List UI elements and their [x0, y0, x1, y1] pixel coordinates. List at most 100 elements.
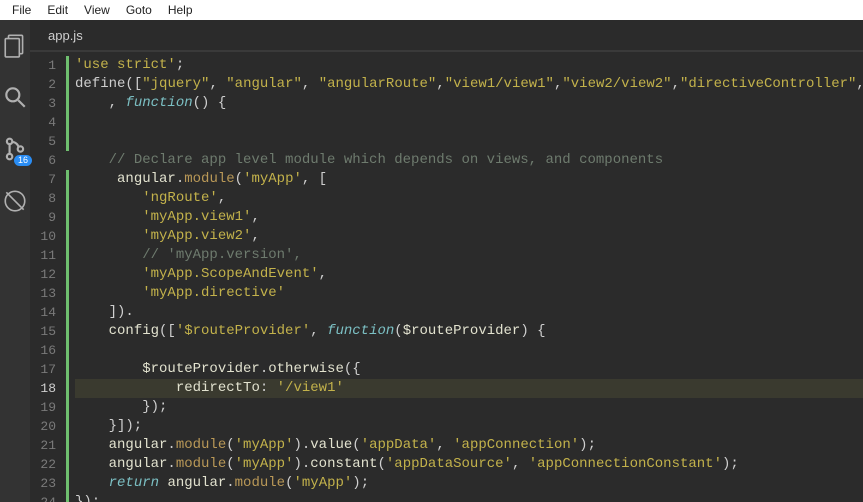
- gutter-row: 21: [30, 436, 75, 455]
- gutter-row: 13: [30, 284, 75, 303]
- activitybar: 16: [0, 20, 30, 502]
- code-area[interactable]: 123456789101112131415161718192021222324 …: [30, 52, 863, 502]
- gutter-row: 17: [30, 360, 75, 379]
- code-line[interactable]: [75, 341, 863, 360]
- change-bar: [66, 436, 69, 455]
- code-line[interactable]: $routeProvider.otherwise({: [75, 360, 863, 379]
- code-line[interactable]: // 'myApp.version',: [75, 246, 863, 265]
- change-bar: [66, 151, 69, 170]
- files-icon[interactable]: [0, 30, 30, 60]
- gutter-row: 24: [30, 493, 75, 502]
- gutter-row: 6: [30, 151, 75, 170]
- change-bar: [66, 189, 69, 208]
- code-line[interactable]: define(["jquery", "angular", "angularRou…: [75, 75, 863, 94]
- change-bar: [66, 265, 69, 284]
- line-number: 9: [30, 208, 60, 227]
- line-number: 5: [30, 132, 60, 151]
- change-bar: [66, 284, 69, 303]
- code-line[interactable]: ]).: [75, 303, 863, 322]
- line-number: 2: [30, 75, 60, 94]
- gutter-row: 23: [30, 474, 75, 493]
- code-line[interactable]: 'use strict';: [75, 56, 863, 75]
- change-bar: [66, 341, 69, 360]
- line-number: 10: [30, 227, 60, 246]
- gutter-row: 19: [30, 398, 75, 417]
- menu-goto[interactable]: Goto: [118, 1, 160, 19]
- line-number: 4: [30, 113, 60, 132]
- change-bar: [66, 246, 69, 265]
- menubar: FileEditViewGotoHelp: [0, 0, 863, 20]
- change-bar: [66, 94, 69, 113]
- menu-view[interactable]: View: [76, 1, 118, 19]
- code-line[interactable]: // Declare app level module which depend…: [75, 151, 863, 170]
- code-line[interactable]: 'myApp.view2',: [75, 227, 863, 246]
- line-number: 20: [30, 417, 60, 436]
- change-bar: [66, 379, 69, 398]
- line-number: 22: [30, 455, 60, 474]
- menu-file[interactable]: File: [4, 1, 39, 19]
- change-bar: [66, 360, 69, 379]
- change-bar: [66, 398, 69, 417]
- code-line[interactable]: }]);: [75, 417, 863, 436]
- gutter-row: 4: [30, 113, 75, 132]
- line-number: 8: [30, 189, 60, 208]
- gutter: 123456789101112131415161718192021222324: [30, 52, 75, 502]
- gutter-row: 8: [30, 189, 75, 208]
- code-line[interactable]: });: [75, 398, 863, 417]
- line-number: 19: [30, 398, 60, 417]
- code-line[interactable]: 'myApp.ScopeAndEvent',: [75, 265, 863, 284]
- code-line[interactable]: , function() {: [75, 94, 863, 113]
- line-number: 24: [30, 493, 60, 502]
- change-bar: [66, 455, 69, 474]
- code-line[interactable]: 'myApp.view1',: [75, 208, 863, 227]
- change-bar: [66, 170, 69, 189]
- code-line[interactable]: redirectTo: '/view1': [75, 379, 863, 398]
- line-number: 7: [30, 170, 60, 189]
- tab-appjs[interactable]: app.js: [38, 22, 93, 49]
- change-bar: [66, 303, 69, 322]
- gutter-row: 7: [30, 170, 75, 189]
- change-bar: [66, 75, 69, 94]
- gutter-row: 12: [30, 265, 75, 284]
- gutter-row: 10: [30, 227, 75, 246]
- gutter-row: 20: [30, 417, 75, 436]
- line-number: 21: [30, 436, 60, 455]
- line-number: 13: [30, 284, 60, 303]
- debug-icon[interactable]: [0, 186, 30, 216]
- change-bar: [66, 56, 69, 75]
- search-icon[interactable]: [0, 82, 30, 112]
- code-line[interactable]: [75, 113, 863, 132]
- gutter-row: 22: [30, 455, 75, 474]
- gutter-row: 15: [30, 322, 75, 341]
- code-line[interactable]: 'ngRoute',: [75, 189, 863, 208]
- main-area: 16 app.js 123456789101112131415161718192…: [0, 20, 863, 502]
- line-number: 18: [30, 379, 60, 398]
- code-line[interactable]: return angular.module('myApp');: [75, 474, 863, 493]
- code-line[interactable]: [75, 132, 863, 151]
- gutter-row: 9: [30, 208, 75, 227]
- code-content[interactable]: 'use strict';define(["jquery", "angular"…: [75, 52, 863, 502]
- gutter-row: 14: [30, 303, 75, 322]
- line-number: 16: [30, 341, 60, 360]
- line-number: 3: [30, 94, 60, 113]
- gutter-row: 16: [30, 341, 75, 360]
- change-bar: [66, 113, 69, 132]
- code-line[interactable]: });: [75, 493, 863, 502]
- gutter-row: 1: [30, 56, 75, 75]
- source-control-icon[interactable]: 16: [0, 134, 30, 164]
- code-line[interactable]: angular.module('myApp').constant('appDat…: [75, 455, 863, 474]
- code-line[interactable]: angular.module('myApp', [: [75, 170, 863, 189]
- line-number: 6: [30, 151, 60, 170]
- code-line[interactable]: angular.module('myApp').value('appData',…: [75, 436, 863, 455]
- line-number: 17: [30, 360, 60, 379]
- menu-edit[interactable]: Edit: [39, 1, 76, 19]
- change-bar: [66, 474, 69, 493]
- line-number: 15: [30, 322, 60, 341]
- gutter-row: 3: [30, 94, 75, 113]
- gutter-row: 18: [30, 379, 75, 398]
- change-bar: [66, 493, 69, 502]
- tabbar: app.js: [30, 20, 863, 52]
- code-line[interactable]: 'myApp.directive': [75, 284, 863, 303]
- code-line[interactable]: config(['$routeProvider', function($rout…: [75, 322, 863, 341]
- menu-help[interactable]: Help: [160, 1, 201, 19]
